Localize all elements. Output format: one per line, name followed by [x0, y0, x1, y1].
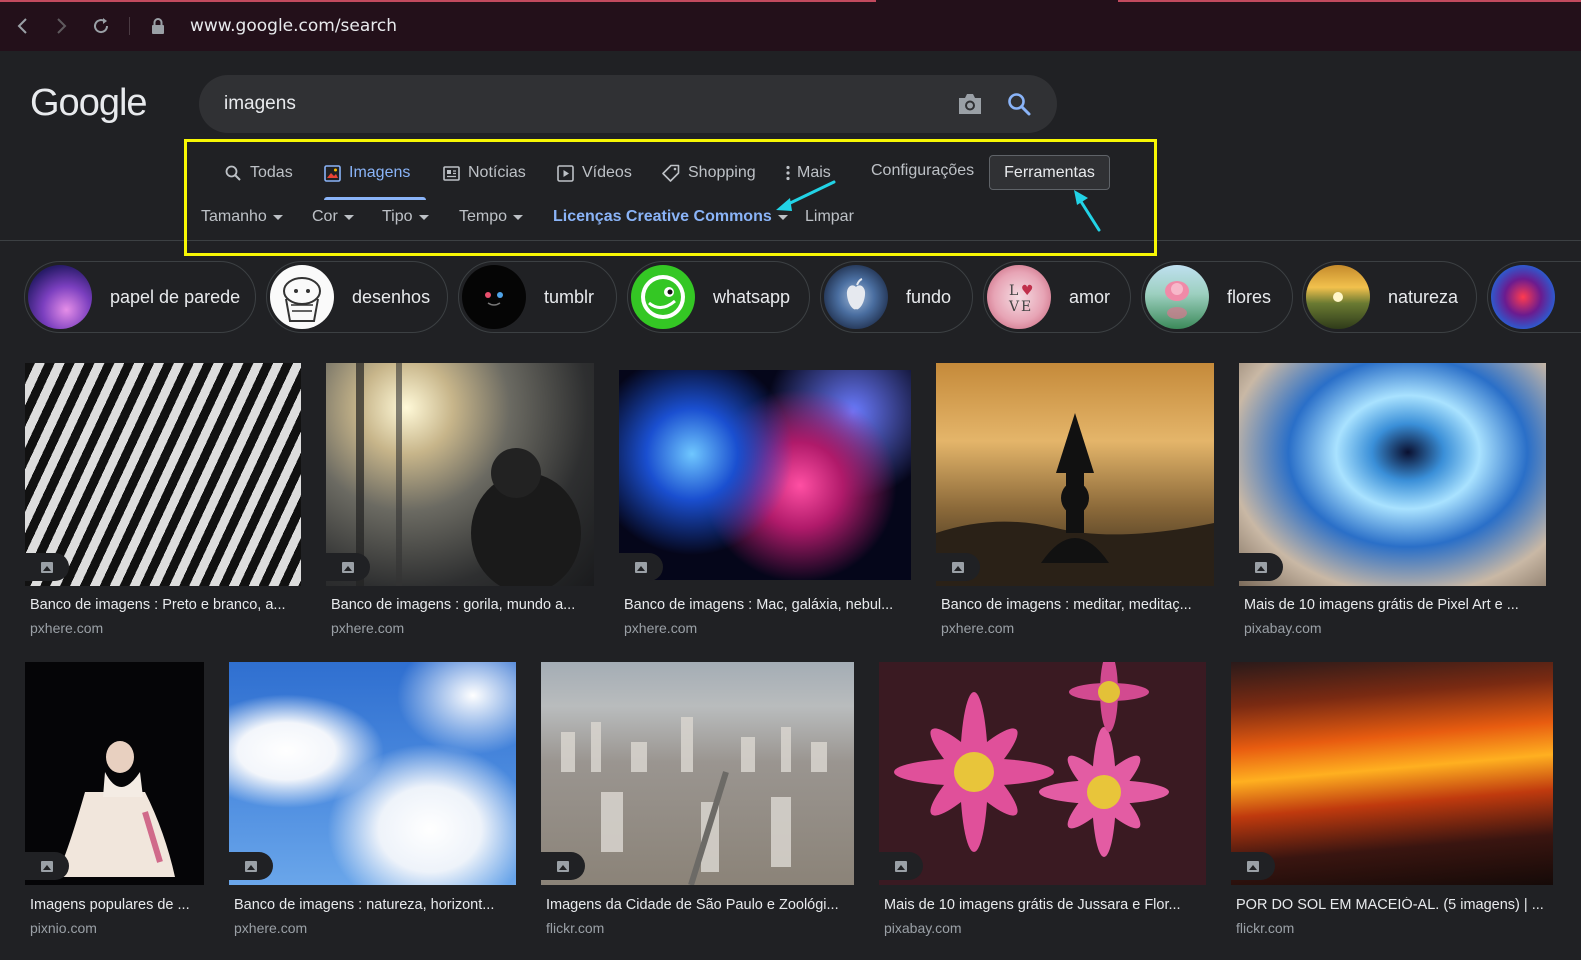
camera-icon[interactable] [956, 91, 984, 117]
result-caption[interactable]: Banco de imagens : natureza, horizont... [234, 897, 512, 913]
image-badge [541, 852, 585, 880]
related-chip[interactable]: desenhos [266, 261, 448, 333]
related-chip[interactable]: flores [1141, 261, 1293, 333]
search-box[interactable]: imagens [199, 75, 1057, 133]
image-badge [879, 852, 923, 880]
related-chip[interactable]: L ♥ V E amor [983, 261, 1131, 333]
related-chip[interactable]: tumblr [458, 261, 617, 333]
result-thumbnail[interactable] [229, 662, 516, 885]
image-icon [1255, 561, 1267, 573]
chip-thumbnail [1491, 265, 1555, 329]
image-badge [1239, 553, 1283, 581]
result-source[interactable]: pxhere.com [30, 620, 103, 636]
image-icon [952, 561, 964, 573]
result-source[interactable]: pixabay.com [1244, 620, 1322, 636]
image-badge [936, 553, 980, 581]
chip-thumbnail [270, 265, 334, 329]
image-badge [619, 553, 663, 581]
annotation-highlight-box [184, 139, 1157, 256]
result-source[interactable]: pxhere.com [624, 620, 697, 636]
chip-thumbnail [1306, 265, 1370, 329]
svg-text:♥: ♥ [1021, 283, 1034, 299]
annotation-arrow-icon [1074, 190, 1101, 232]
tab-indicator [0, 0, 876, 2]
result-thumbnail[interactable] [879, 662, 1206, 885]
result-caption[interactable]: Banco de imagens : Mac, galáxia, nebul..… [624, 597, 907, 613]
result-caption[interactable]: Mais de 10 imagens grátis de Jussara e F… [884, 897, 1202, 913]
image-badge [25, 852, 69, 880]
tab-indicator [1118, 0, 1581, 2]
result-source[interactable]: pixabay.com [884, 920, 962, 936]
image-badge [326, 553, 370, 581]
svg-text:V: V [1008, 299, 1020, 315]
chip-thumbnail [1145, 265, 1209, 329]
result-thumbnail[interactable] [619, 370, 911, 580]
chip-thumbnail [28, 265, 92, 329]
image-icon [41, 561, 53, 573]
result-caption[interactable]: Banco de imagens : Preto e branco, a... [30, 597, 298, 613]
search-icon[interactable] [1005, 90, 1033, 118]
result-thumbnail[interactable] [326, 363, 594, 586]
result-source[interactable]: pxhere.com [941, 620, 1014, 636]
image-badge [1231, 852, 1275, 880]
image-badge [25, 553, 69, 581]
result-caption[interactable]: POR DO SOL EM MACEIÓ-AL. (5 imagens) | .… [1236, 897, 1548, 913]
image-icon [635, 561, 647, 573]
result-source[interactable]: pxhere.com [234, 920, 307, 936]
image-icon [41, 860, 53, 872]
related-chip[interactable]: papel de parede [24, 261, 256, 333]
result-thumbnail[interactable] [1231, 662, 1553, 885]
google-logo[interactable]: Google [30, 82, 148, 125]
back-icon[interactable] [10, 14, 34, 38]
result-caption[interactable]: Banco de imagens : meditar, meditaç... [941, 597, 1209, 613]
result-source[interactable]: pixnio.com [30, 920, 97, 936]
chip-label: natureza [1388, 286, 1459, 307]
svg-text:L: L [1009, 283, 1018, 299]
chip-label: papel de parede [110, 286, 241, 307]
result-source[interactable]: pxhere.com [331, 620, 404, 636]
address-bar[interactable]: www.google.com/search [190, 16, 397, 36]
chip-label: whatsapp [713, 286, 791, 307]
result-thumbnail[interactable] [1239, 363, 1546, 586]
result-thumbnail[interactable] [541, 662, 854, 885]
image-icon [895, 860, 907, 872]
chip-label: fundo [906, 286, 952, 307]
result-caption[interactable]: Imagens da Cidade de São Paulo e Zoológi… [546, 897, 850, 913]
related-chip[interactable]: natureza [1302, 261, 1477, 333]
result-caption[interactable]: Imagens populares de ... [30, 897, 200, 913]
chip-label: flores [1227, 286, 1272, 307]
result-thumbnail[interactable] [25, 363, 301, 586]
image-badge [229, 852, 273, 880]
result-caption[interactable]: Banco de imagens : gorila, mundo a... [331, 597, 589, 613]
image-icon [1247, 860, 1259, 872]
chip-thumbnail: L ♥ V E [987, 265, 1051, 329]
svg-text:E: E [1021, 299, 1031, 315]
chip-thumbnail [462, 265, 526, 329]
image-icon [342, 561, 354, 573]
result-thumbnail[interactable] [936, 363, 1214, 586]
annotation-arrow-icon [776, 180, 836, 211]
chip-label: desenhos [352, 286, 431, 307]
chip-thumbnail [824, 265, 888, 329]
search-input[interactable]: imagens [224, 93, 296, 115]
toolbar-divider [129, 17, 130, 35]
result-source[interactable]: flickr.com [546, 920, 604, 936]
lock-icon[interactable] [146, 14, 170, 38]
related-chip[interactable] [1487, 261, 1581, 333]
result-caption[interactable]: Mais de 10 imagens grátis de Pixel Art e… [1244, 597, 1542, 613]
image-icon [245, 860, 257, 872]
browser-toolbar: www.google.com/search [0, 0, 1581, 51]
chip-label: amor [1069, 286, 1111, 307]
forward-icon[interactable] [50, 14, 74, 38]
related-chip[interactable]: fundo [820, 261, 973, 333]
chip-thumbnail [631, 265, 695, 329]
chip-label: tumblr [544, 286, 595, 307]
result-source[interactable]: flickr.com [1236, 920, 1294, 936]
reload-icon[interactable] [89, 14, 113, 38]
related-chip[interactable]: whatsapp [627, 261, 810, 333]
image-icon [557, 860, 569, 872]
